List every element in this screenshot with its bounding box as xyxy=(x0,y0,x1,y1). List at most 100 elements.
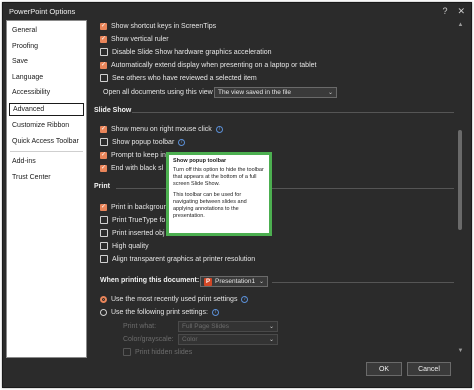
checkbox-checked-icon[interactable]: ✓ xyxy=(100,203,107,211)
scrollbar-thumb[interactable] xyxy=(458,130,462,230)
select-value: The view saved in the file xyxy=(218,89,291,96)
advanced-options-panel: ✓ Show shortcut keys in ScreenTips ✓ Sho… xyxy=(92,20,454,356)
open-all-label: Open all documents using this view xyxy=(103,88,213,96)
checkbox-unchecked-icon[interactable] xyxy=(100,48,108,56)
scroll-up-icon[interactable]: ▲ xyxy=(457,22,464,28)
select-value: Full Page Slides xyxy=(182,323,229,330)
option-auto-extend[interactable]: ✓ Automatically extend display when pres… xyxy=(100,59,316,71)
checkbox-checked-icon[interactable]: ✓ xyxy=(100,125,107,133)
checkbox-unchecked-icon[interactable] xyxy=(100,216,108,224)
tooltip-text: This toolbar can be used for navigating … xyxy=(173,192,247,219)
radio-selected-icon[interactable] xyxy=(100,295,107,303)
option-print-truetype[interactable]: Print TrueType fo xyxy=(100,214,165,226)
option-label: End with black sl xyxy=(111,164,164,172)
color-grayscale-label: Color/grayscale: xyxy=(123,335,174,343)
section-divider xyxy=(132,112,454,113)
option-print-background[interactable]: ✓ Print in backgroun xyxy=(100,201,167,213)
checkbox-checked-icon[interactable]: ✓ xyxy=(100,151,107,159)
window-title: PowerPoint Options xyxy=(9,7,76,16)
option-label: Show shortcut keys in ScreenTips xyxy=(111,22,217,30)
close-icon[interactable]: ✕ xyxy=(457,6,465,17)
option-label: Use the following print settings: xyxy=(111,308,208,316)
section-divider xyxy=(272,282,454,283)
option-use-following-print-settings[interactable]: Use the following print settings: i xyxy=(100,306,219,318)
option-label: Align transparent graphics at printer re… xyxy=(112,255,256,263)
select-value: Color xyxy=(182,336,198,343)
title-bar: PowerPoint Options ? ✕ xyxy=(3,3,471,20)
option-label: Print TrueType fo xyxy=(112,216,166,224)
option-disable-hw-accel[interactable]: Disable Slide Show hardware graphics acc… xyxy=(100,46,272,58)
print-what-label: Print what: xyxy=(123,322,157,330)
checkbox-unchecked-icon[interactable] xyxy=(100,229,108,237)
option-print-inserted-objects[interactable]: Print inserted obj xyxy=(100,227,165,239)
checkbox-unchecked-icon[interactable] xyxy=(100,74,108,82)
checkbox-unchecked-icon[interactable] xyxy=(100,255,108,263)
checkbox-unchecked-icon[interactable] xyxy=(100,242,108,250)
option-see-others[interactable]: See others who have reviewed a selected … xyxy=(100,72,257,84)
sidebar-nav: General Proofing Save Language Accessibi… xyxy=(6,20,87,358)
checkbox-unchecked-icon[interactable] xyxy=(100,138,108,146)
option-prompt-keep-ink[interactable]: ✓ Prompt to keep in xyxy=(100,149,166,161)
checkbox-checked-icon[interactable]: ✓ xyxy=(100,22,107,30)
info-icon: i xyxy=(211,308,219,316)
sidebar-item-add-ins[interactable]: Add-ins xyxy=(7,154,86,170)
option-label: Automatically extend display when presen… xyxy=(111,61,317,69)
sidebar-item-customize-ribbon[interactable]: Customize Ribbon xyxy=(7,118,86,134)
when-printing-label: When printing this document: xyxy=(100,277,200,284)
info-icon: i xyxy=(215,125,223,133)
option-label: Prompt to keep in xyxy=(111,151,166,159)
option-label: Show menu on right mouse click xyxy=(111,125,212,133)
checkbox-checked-icon[interactable]: ✓ xyxy=(100,61,107,69)
color-grayscale-select[interactable]: Color ⌄ xyxy=(178,334,278,345)
info-icon: i xyxy=(178,138,186,146)
help-icon[interactable]: ? xyxy=(442,6,447,17)
sidebar-item-accessibility[interactable]: Accessibility xyxy=(7,85,86,101)
sidebar-divider xyxy=(10,151,83,152)
print-document-select[interactable]: P Presentation1 ⌄ xyxy=(200,276,268,287)
open-all-view-select[interactable]: The view saved in the file ⌄ xyxy=(214,87,337,98)
option-show-shortcut-keys[interactable]: ✓ Show shortcut keys in ScreenTips xyxy=(100,20,216,32)
option-end-black-slide[interactable]: ✓ End with black sl xyxy=(100,162,163,174)
option-label: Print in backgroun xyxy=(111,203,168,211)
ok-button[interactable]: OK xyxy=(366,362,402,376)
tooltip-popup: Show popup toolbar Turn off this option … xyxy=(166,152,272,236)
radio-unselected-icon[interactable] xyxy=(100,308,107,316)
checkbox-checked-icon[interactable]: ✓ xyxy=(100,164,107,172)
chevron-down-icon: ⌄ xyxy=(327,90,333,96)
sidebar-item-proofing[interactable]: Proofing xyxy=(7,39,86,55)
scroll-down-icon[interactable]: ▼ xyxy=(457,348,464,354)
sidebar-item-language[interactable]: Language xyxy=(7,70,86,86)
option-high-quality[interactable]: High quality xyxy=(100,240,149,252)
tooltip-title: Show popup toolbar xyxy=(173,158,227,164)
option-show-vertical-ruler[interactable]: ✓ Show vertical ruler xyxy=(100,33,169,45)
sidebar-item-quick-access-toolbar[interactable]: Quick Access Toolbar xyxy=(7,134,86,150)
section-heading-print: Print xyxy=(94,183,110,190)
sidebar-item-general[interactable]: General xyxy=(7,23,86,39)
option-show-popup-toolbar[interactable]: Show popup toolbar i xyxy=(100,136,186,148)
option-label: Print hidden slides xyxy=(135,348,193,356)
powerpoint-file-icon: P xyxy=(204,277,212,286)
sidebar-item-save[interactable]: Save xyxy=(7,54,86,70)
sidebar-item-trust-center[interactable]: Trust Center xyxy=(7,170,86,186)
select-value: Presentation1 xyxy=(215,278,256,285)
sidebar-item-advanced[interactable]: Advanced xyxy=(8,101,85,117)
chevron-down-icon: ⌄ xyxy=(268,324,274,330)
chevron-down-icon: ⌄ xyxy=(268,337,274,343)
option-label: Show popup toolbar xyxy=(112,138,175,146)
vertical-scrollbar[interactable]: ▲ ▼ xyxy=(456,20,465,356)
option-label: Use the most recently used print setting… xyxy=(111,295,238,303)
option-align-transparent[interactable]: Align transparent graphics at printer re… xyxy=(100,253,255,265)
option-label: Print inserted obj xyxy=(112,229,165,237)
checkbox-unchecked-icon[interactable] xyxy=(123,348,131,356)
cancel-button[interactable]: Cancel xyxy=(407,362,451,376)
option-label: Disable Slide Show hardware graphics acc… xyxy=(112,48,272,56)
section-heading-slide-show: Slide Show xyxy=(94,107,132,114)
option-print-hidden-slides[interactable]: Print hidden slides xyxy=(123,346,192,356)
info-icon: i xyxy=(241,295,249,303)
option-label: High quality xyxy=(112,242,149,250)
option-show-menu-right-click[interactable]: ✓ Show menu on right mouse click i xyxy=(100,123,223,135)
checkbox-checked-icon[interactable]: ✓ xyxy=(100,35,107,43)
option-label: See others who have reviewed a selected … xyxy=(112,74,257,82)
option-use-recent-print-settings[interactable]: Use the most recently used print setting… xyxy=(100,293,249,305)
print-what-select[interactable]: Full Page Slides ⌄ xyxy=(178,321,278,332)
